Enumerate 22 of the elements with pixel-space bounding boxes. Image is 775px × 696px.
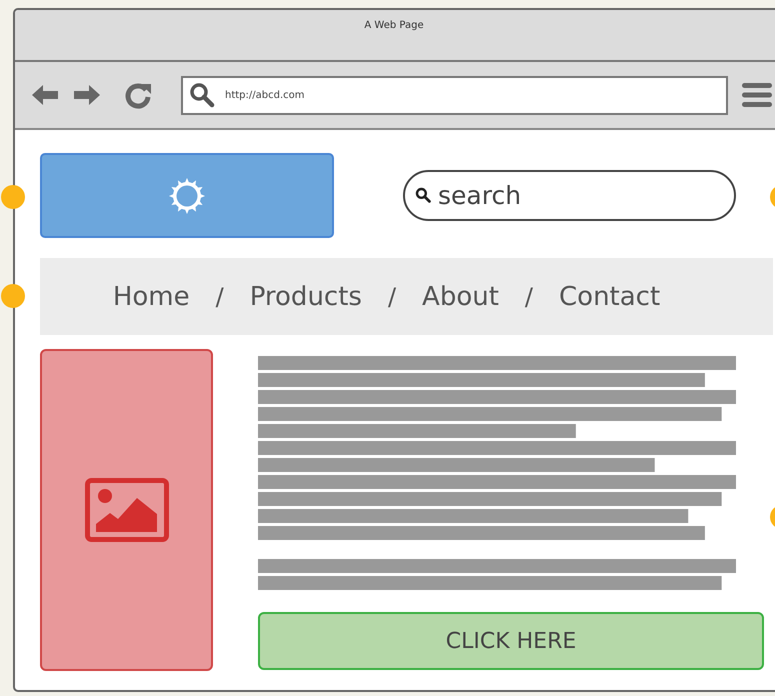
url-text: http://abcd.com: [225, 90, 304, 100]
sun-icon: [167, 176, 207, 216]
nav-separator: /: [524, 282, 534, 310]
nav-separator: /: [216, 282, 224, 310]
back-icon[interactable]: [30, 82, 60, 108]
click-here-button[interactable]: CLICK HERE: [258, 612, 764, 670]
forward-icon[interactable]: [72, 82, 102, 108]
annotation-dot: [1, 284, 25, 308]
search-field[interactable]: search: [403, 170, 736, 221]
annotation-dot: [1, 185, 25, 209]
nav-link[interactable]: Products: [250, 282, 362, 312]
nav-link[interactable]: About: [422, 282, 499, 312]
image-icon: [84, 478, 168, 542]
nav-link[interactable]: Contact: [559, 282, 660, 312]
reload-icon[interactable]: [124, 81, 152, 109]
window-title: A Web Page: [364, 20, 424, 33]
search-icon: [415, 187, 431, 203]
nav-separator: /: [388, 282, 396, 310]
nav-link[interactable]: Home: [112, 282, 190, 312]
menu-icon[interactable]: [742, 81, 772, 109]
search-icon: [189, 82, 215, 108]
address-bar[interactable]: http://abcd.com: [181, 76, 728, 114]
